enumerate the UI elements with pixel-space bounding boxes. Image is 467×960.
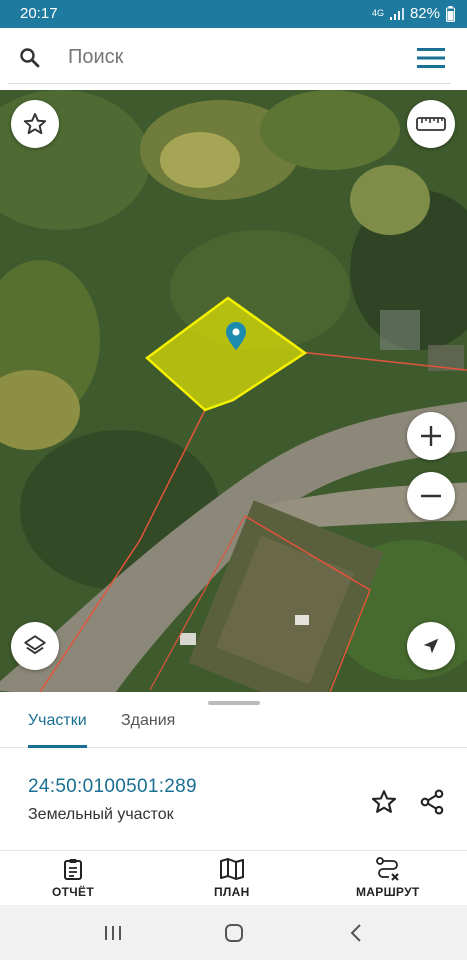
tab-buildings[interactable]: Здания (121, 712, 175, 748)
parcel-info[interactable]: 24:50:0100501:289 Земельный участок (28, 776, 197, 824)
home-button[interactable] (219, 921, 249, 945)
location-pin-icon (226, 322, 246, 350)
report-label: ОТЧЁТ (52, 885, 94, 899)
layers-button[interactable] (11, 622, 59, 670)
minus-icon (421, 494, 441, 498)
home-icon (225, 924, 243, 942)
star-icon (23, 113, 47, 135)
zoom-in-button[interactable] (407, 412, 455, 460)
action-bar: ОТЧЁТ ПЛАН МАРШРУТ (0, 850, 467, 905)
route-icon (375, 857, 399, 881)
plus-icon (421, 426, 441, 446)
recent-apps-button[interactable] (98, 921, 128, 945)
zoom-out-button[interactable] (407, 472, 455, 520)
map-icon (219, 858, 244, 880)
top-bar: Поиск (0, 28, 467, 90)
back-icon (350, 924, 361, 942)
status-bar: 20:17 4G 82% (0, 0, 467, 28)
battery-percent: 82% (409, 5, 440, 22)
plan-action[interactable]: ПЛАН (214, 857, 250, 899)
back-button[interactable] (341, 921, 371, 945)
parcel-type: Земельный участок (28, 806, 174, 823)
ruler-icon (416, 117, 446, 131)
status-time: 20:17 (20, 5, 58, 22)
clipboard-icon (63, 859, 82, 880)
system-nav-bar (0, 905, 467, 960)
search-bar[interactable]: Поиск (8, 32, 451, 84)
tab-parcels[interactable]: Участки (28, 712, 87, 748)
favorites-button[interactable] (11, 100, 59, 148)
status-icons: 4G 82% (372, 5, 455, 22)
signal-icon (389, 7, 404, 20)
map-view[interactable] (0, 90, 467, 692)
search-input[interactable]: Поиск (68, 46, 411, 69)
selected-parcel[interactable] (0, 90, 467, 692)
star-icon (371, 790, 397, 813)
bottom-sheet: Участки Здания 24:50:0100501:289 Земельн… (0, 692, 467, 905)
plan-label: ПЛАН (214, 885, 250, 899)
recent-apps-icon (105, 926, 121, 940)
navigation-arrow-icon (423, 638, 439, 654)
share-icon (420, 789, 444, 815)
drag-handle[interactable] (208, 701, 260, 705)
report-action[interactable]: ОТЧЁТ (52, 857, 94, 899)
share-button[interactable] (414, 784, 450, 820)
ruler-button[interactable] (407, 100, 455, 148)
layers-icon (24, 635, 46, 655)
route-action[interactable]: МАРШРУТ (356, 857, 419, 899)
search-icon[interactable] (8, 46, 52, 70)
cadastral-number[interactable]: 24:50:0100501:289 (28, 776, 197, 798)
tabs: Участки Здания (0, 706, 467, 748)
favorite-parcel-button[interactable] (366, 784, 402, 820)
route-label: МАРШРУТ (356, 885, 420, 899)
network-type: 4G (371, 8, 384, 18)
hamburger-menu-icon[interactable] (411, 47, 451, 68)
battery-icon (446, 5, 455, 22)
my-location-button[interactable] (407, 622, 455, 670)
